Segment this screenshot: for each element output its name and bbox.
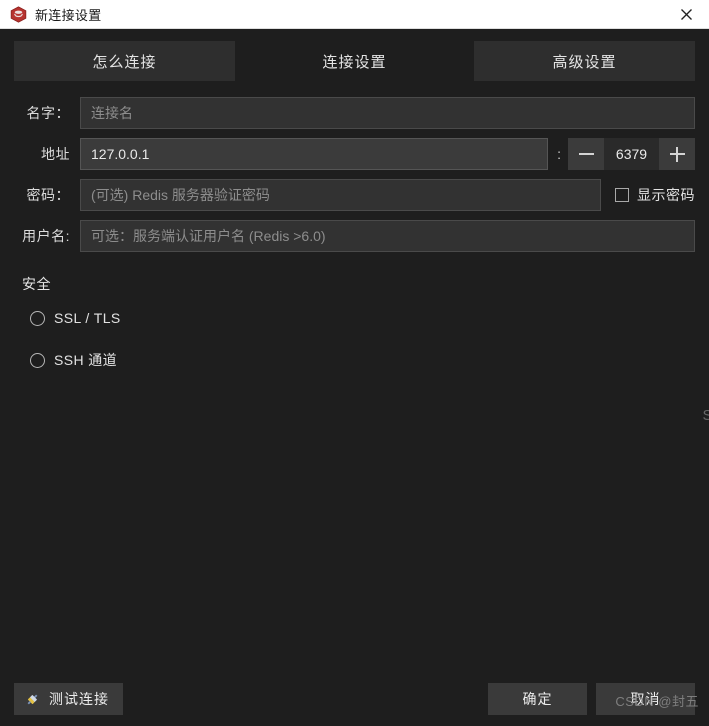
dialog-body: 怎么连接 连接设置 高级设置 名字： 地址 :: [0, 29, 709, 726]
radio-circle-icon: [30, 352, 45, 368]
tab-bar: 怎么连接 连接设置 高级设置: [0, 29, 709, 81]
window-title: 新连接设置: [35, 7, 102, 23]
tab-advanced-settings[interactable]: 高级设置: [474, 41, 695, 81]
security-section: 安全 SSL / TLS SSH 通道: [0, 261, 709, 370]
titlebar-controls: [664, 0, 709, 29]
username-input[interactable]: [80, 220, 695, 252]
password-input[interactable]: [80, 179, 601, 211]
password-row: 密码： 显示密码: [14, 179, 695, 211]
username-row: 用户名:: [14, 220, 695, 252]
address-row: 地址 :: [14, 138, 695, 170]
tab-how-to-connect-label: 怎么连接: [92, 53, 157, 71]
radio-ssh-tunnel-label: SSH 通道: [54, 352, 118, 368]
port-input[interactable]: [604, 138, 659, 170]
port-stepper: [568, 138, 695, 170]
radio-ssl-tls[interactable]: SSL / TLS: [22, 310, 695, 326]
cancel-button-label: 取消: [630, 691, 661, 707]
cancel-button[interactable]: 取消: [596, 683, 695, 715]
plus-icon: [669, 146, 685, 162]
test-connection-button[interactable]: 测试连接: [14, 683, 123, 715]
title-bar: 新连接设置: [0, 0, 709, 29]
show-password-checkbox[interactable]: 显示密码: [615, 185, 695, 205]
test-connection-label: 测试连接: [49, 691, 109, 707]
redis-logo-icon: [10, 5, 27, 23]
password-label: 密码：: [26, 187, 70, 203]
ok-button[interactable]: 确定: [488, 683, 587, 715]
plug-icon: [27, 694, 38, 704]
tab-how-to-connect[interactable]: 怎么连接: [14, 41, 235, 81]
name-label: 名字：: [26, 105, 70, 121]
port-increment-button[interactable]: [659, 138, 695, 170]
name-row: 名字：: [14, 97, 695, 129]
watermark-edge: S: [702, 407, 709, 424]
address-input[interactable]: [80, 138, 549, 170]
minus-icon: [578, 147, 594, 162]
close-button[interactable]: [664, 0, 709, 29]
radio-ssh-tunnel[interactable]: SSH 通道: [22, 350, 695, 370]
close-icon: [681, 8, 692, 20]
radio-ssl-tls-label: SSL / TLS: [54, 310, 121, 326]
port-separator: :: [557, 146, 561, 162]
tab-connection-settings[interactable]: 连接设置: [244, 41, 465, 81]
ok-button-label: 确定: [522, 691, 553, 707]
radio-circle-icon: [30, 310, 45, 326]
name-input[interactable]: [80, 97, 695, 129]
show-password-label: 显示密码: [637, 187, 695, 203]
dialog-footer: 测试连接 确定 取消 CSDN @封五: [0, 672, 709, 726]
connection-form: 名字： 地址 :: [0, 81, 709, 252]
new-connection-dialog: 新连接设置 怎么连接 连接设置 高级设置 名字： 连接名 地址 127.0.0.…: [0, 0, 709, 726]
tab-connection-settings-label: 连接设置: [322, 53, 387, 71]
checkbox-box-icon: [615, 188, 629, 202]
security-title: 安全: [22, 276, 51, 292]
username-label: 用户名:: [22, 228, 70, 244]
tab-advanced-settings-label: 高级设置: [552, 53, 617, 71]
address-label: 地址: [41, 146, 70, 162]
port-decrement-button[interactable]: [568, 138, 604, 170]
